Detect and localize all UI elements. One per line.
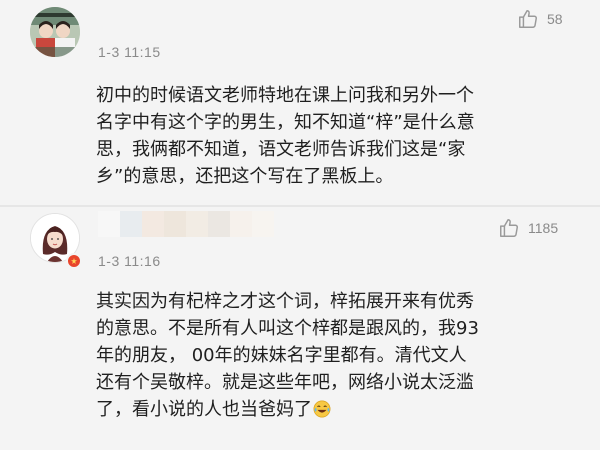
like-button[interactable]: 1185 bbox=[498, 217, 558, 239]
thumbs-up-icon bbox=[517, 8, 539, 30]
comment-line: 了，看小说的人也当爸妈了 bbox=[96, 399, 312, 420]
comment-line: 名字中有这个字的男生，知不知道“梓”是什么意 bbox=[96, 112, 475, 133]
comment-timestamp: 1-3 11:15 bbox=[98, 44, 161, 60]
avatar[interactable] bbox=[30, 7, 80, 57]
comment-line: 还有个吴敬梓。就是这些年吧，网络小说太泛滥 bbox=[96, 372, 474, 393]
verified-badge-icon bbox=[66, 253, 82, 269]
comment-text: 其实因为有杞梓之才这个词，梓拓展开来有优秀 的意思。不是所有人叫这个梓都是跟风的… bbox=[96, 288, 586, 423]
comment-line: 其实因为有杞梓之才这个词，梓拓展开来有优秀 bbox=[96, 291, 474, 312]
like-button[interactable]: 58 bbox=[517, 8, 563, 30]
comment-text: 初中的时候语文老师特地在课上问我和另外一个 名字中有这个字的男生，知不知道“梓”… bbox=[96, 82, 586, 190]
username-blurred bbox=[98, 211, 274, 237]
comment-line: 的意思。不是所有人叫这个梓都是跟风的，我93 bbox=[96, 318, 479, 339]
laugh-cry-emoji-icon bbox=[313, 399, 331, 418]
thumbs-up-icon bbox=[498, 217, 520, 239]
like-count: 58 bbox=[547, 11, 563, 27]
like-count: 1185 bbox=[528, 220, 559, 236]
comment-item: 58 1-3 11:15 初中的时候语文老师特地在课上问我和另外一个 名字中有这… bbox=[0, 0, 600, 205]
comment-line: 初中的时候语文老师特地在课上问我和另外一个 bbox=[96, 85, 474, 106]
comment-line: 思，我俩都不知道，语文老师告诉我们这是“家 bbox=[96, 139, 466, 160]
comment-timestamp: 1-3 11:16 bbox=[98, 253, 161, 269]
comment-line: 年的朋友， 00年的妹妹名字里都有。清代文人 bbox=[96, 345, 467, 366]
comment-line: 乡”的意思，还把这个写在了黑板上。 bbox=[96, 166, 394, 187]
comment-item: 1185 1-3 11:16 其实因为有杞梓之才这个词，梓拓展开来有优秀 的意思… bbox=[0, 207, 600, 450]
